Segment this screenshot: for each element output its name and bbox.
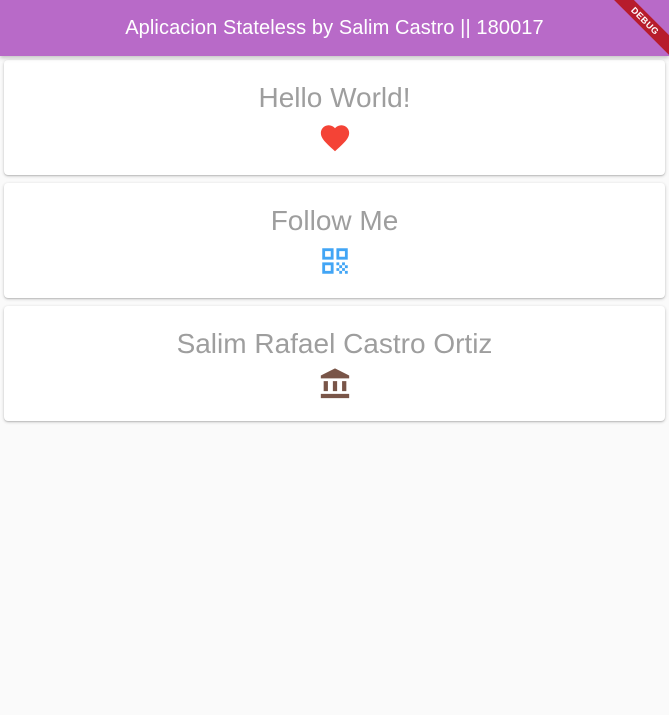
- card-follow-me: Follow Me: [4, 183, 665, 298]
- card-list: Hello World! Follow Me Salim Rafael Cast…: [4, 60, 665, 429]
- card-title: Salim Rafael Castro Ortiz: [176, 328, 493, 359]
- card-name: Salim Rafael Castro Ortiz: [4, 306, 665, 421]
- heart-icon: [317, 120, 353, 156]
- debug-banner: DEBUG: [589, 0, 669, 80]
- bank-icon: [317, 366, 353, 402]
- card-title: Hello World!: [258, 82, 411, 113]
- debug-label: DEBUG: [629, 5, 661, 37]
- debug-ribbon: DEBUG: [604, 0, 669, 62]
- qr-code-icon: [317, 243, 353, 279]
- card-title: Follow Me: [270, 205, 399, 236]
- card-hello-world: Hello World!: [4, 60, 665, 175]
- app-bar: Aplicacion Stateless by Salim Castro || …: [0, 0, 669, 56]
- app-bar-title: Aplicacion Stateless by Salim Castro || …: [125, 16, 544, 39]
